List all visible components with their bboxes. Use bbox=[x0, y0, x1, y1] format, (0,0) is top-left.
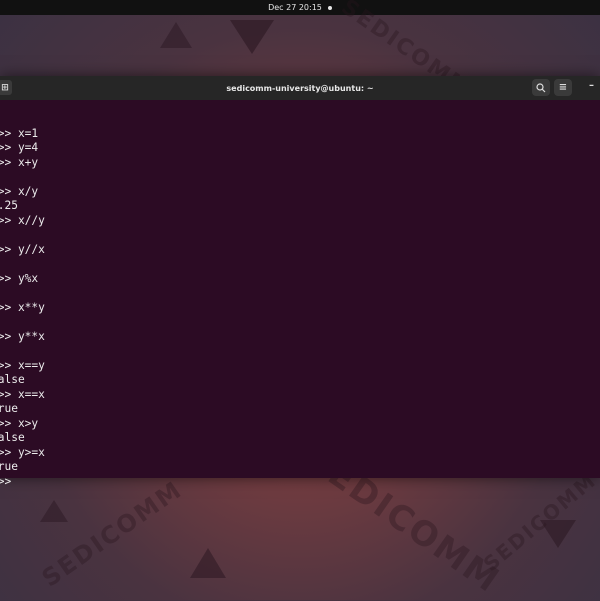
terminal-line: >>> y**x bbox=[0, 329, 45, 343]
wallpaper-triangle-shape bbox=[540, 520, 576, 548]
terminal-line: 0.25 bbox=[0, 199, 18, 212]
new-tab-icon: ⊞ bbox=[1, 82, 9, 93]
window-title: sedicomm-university@ubuntu: ~ bbox=[226, 83, 374, 93]
terminal-line: >>> x/y bbox=[0, 184, 39, 198]
terminal-line: >>> x**y bbox=[0, 300, 45, 314]
terminal-line: False bbox=[0, 373, 25, 386]
menu-button[interactable]: ≡ bbox=[554, 79, 572, 96]
terminal-line: >>> x+y bbox=[0, 155, 39, 169]
clock[interactable]: Dec 27 20:15 bbox=[268, 3, 322, 12]
terminal-line: >>> x//y bbox=[0, 213, 45, 227]
search-icon bbox=[536, 82, 546, 92]
terminal-line: True bbox=[0, 460, 18, 473]
terminal-window[interactable]: ⊞ sedicomm-university@ubuntu: ~ ≡ – >>> … bbox=[0, 76, 600, 488]
new-tab-button[interactable]: ⊞ bbox=[0, 80, 12, 95]
wallpaper-triangle-shape bbox=[40, 500, 68, 522]
terminal-line: >>> y>=x bbox=[0, 445, 45, 459]
hamburger-icon: ≡ bbox=[558, 82, 568, 93]
terminal-line: >>> bbox=[0, 474, 12, 488]
terminal-line: >>> y//x bbox=[0, 242, 45, 256]
notification-dot-icon bbox=[327, 5, 332, 10]
terminal-line: >>> y=4 bbox=[0, 141, 39, 154]
terminal-line: False bbox=[0, 431, 25, 444]
title-bar[interactable]: ⊞ sedicomm-university@ubuntu: ~ ≡ – bbox=[0, 76, 600, 100]
terminal-line: >>> x>y bbox=[0, 416, 39, 430]
terminal-output[interactable]: >>> x=1>>> y=4>>> x+y >>> x/y0.25>>> x//y… bbox=[0, 100, 600, 489]
wallpaper-triangle-shape bbox=[160, 22, 192, 48]
terminal-line: >>> y%x bbox=[0, 271, 39, 285]
minimize-button[interactable]: – bbox=[589, 80, 594, 91]
top-bar: Dec 27 20:15 bbox=[0, 0, 600, 15]
clock-time: 20:15 bbox=[298, 3, 322, 12]
terminal-line: >>> x=1 bbox=[0, 126, 39, 140]
terminal-line: >>> x==y bbox=[0, 358, 45, 372]
wallpaper-triangle-shape bbox=[230, 20, 274, 54]
clock-date: Dec 27 bbox=[268, 3, 297, 12]
terminal-line: True bbox=[0, 402, 18, 415]
search-button[interactable] bbox=[532, 79, 550, 96]
terminal-line: >>> x==x bbox=[0, 387, 45, 401]
wallpaper-triangle-shape bbox=[190, 548, 226, 578]
wallpaper-logo-text: SEDICOMM bbox=[36, 475, 188, 593]
